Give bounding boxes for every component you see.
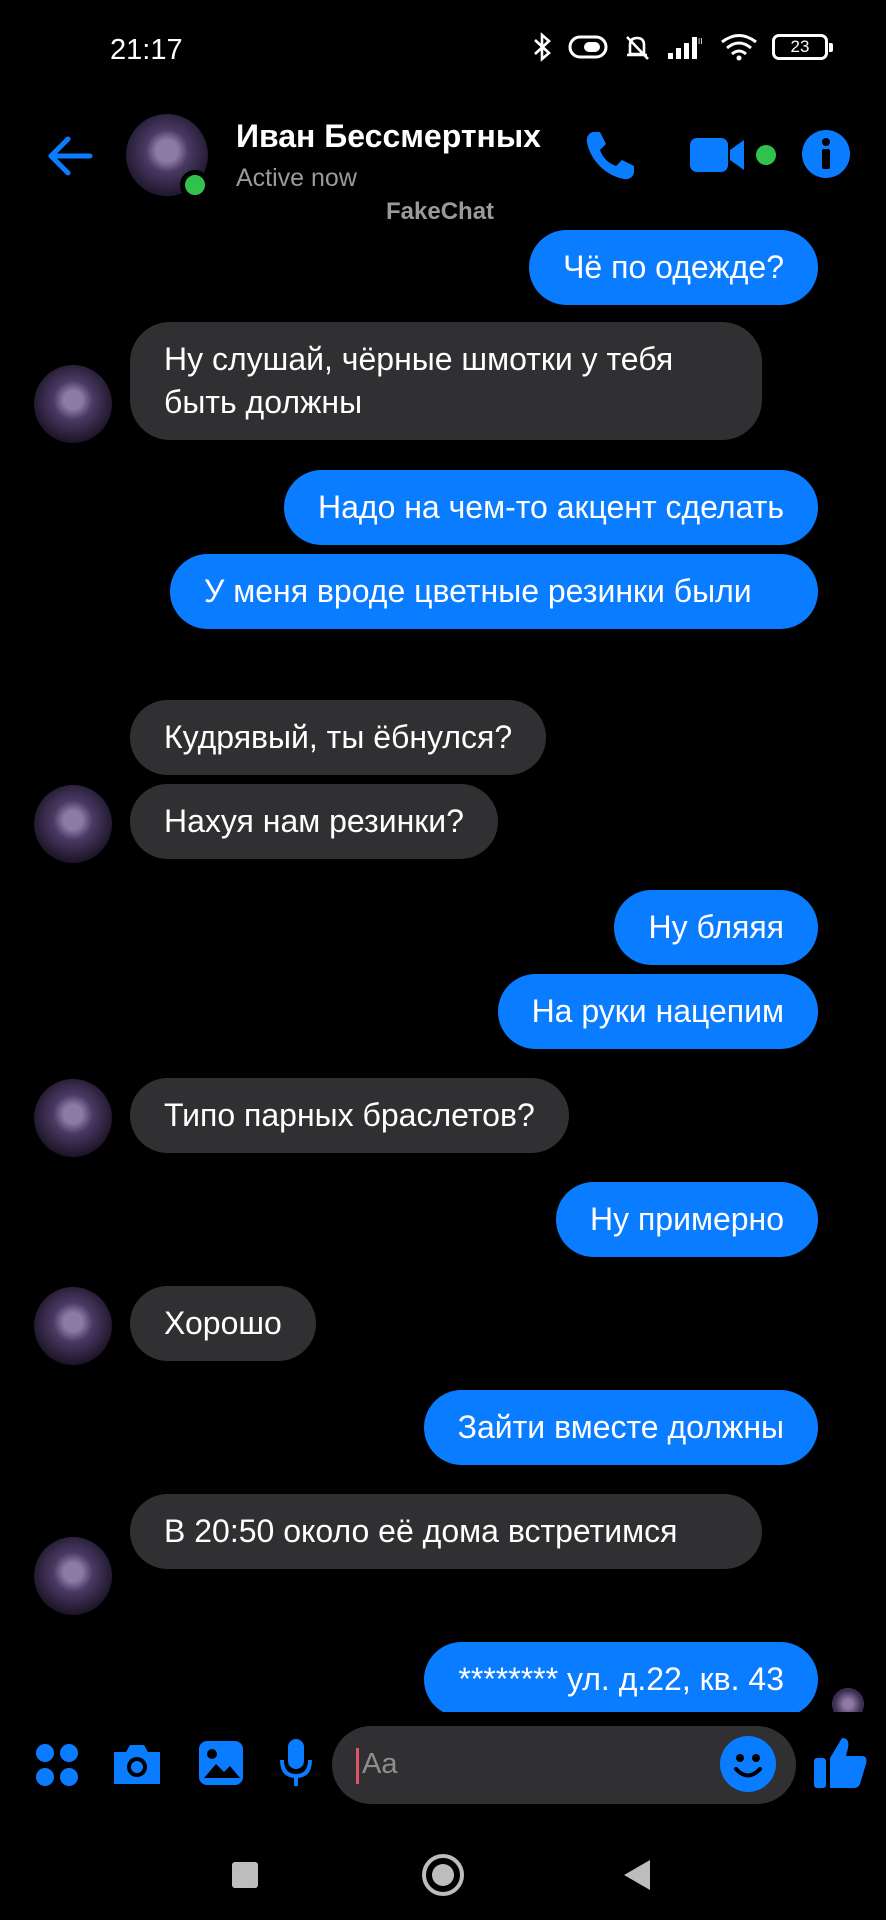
wifi-icon <box>721 34 757 61</box>
message-outgoing[interactable]: ******** ул. д.22, кв. 43 <box>424 1642 818 1712</box>
message-outgoing[interactable]: Надо на чем-то акцент сделать <box>283 470 818 545</box>
gallery-icon[interactable] <box>196 1738 246 1788</box>
phone-call-icon[interactable] <box>580 126 640 186</box>
contact-name[interactable]: Иван Бессмертных <box>236 118 541 155</box>
sender-avatar <box>34 1537 112 1615</box>
sender-avatar <box>34 785 112 863</box>
message-incoming[interactable]: Типо парных браслетов? <box>130 1078 569 1153</box>
message-outgoing[interactable]: Ну примерно <box>555 1182 818 1257</box>
message-list[interactable]: Чё по одежде? Ну слушай, чёрные шмотки у… <box>0 222 886 1712</box>
input-placeholder: Aa <box>362 1748 398 1780</box>
active-status: Active now <box>236 164 357 192</box>
video-online-dot <box>756 145 776 165</box>
back-arrow-icon[interactable] <box>44 130 96 182</box>
recent-apps-button[interactable] <box>232 1862 258 1888</box>
video-call-icon[interactable] <box>688 134 748 178</box>
message-outgoing[interactable]: У меня вроде цветные резинки были <box>170 554 818 629</box>
status-bar: 21:17 ll 23 <box>0 0 886 100</box>
message-outgoing[interactable]: Ну бляяя <box>614 890 818 965</box>
bluetooth-icon <box>534 32 551 62</box>
camera-icon[interactable] <box>110 1740 164 1788</box>
text-cursor <box>356 1748 359 1784</box>
apps-grid-icon[interactable] <box>34 1742 80 1788</box>
thumbs-up-icon[interactable] <box>812 1734 868 1792</box>
message-outgoing[interactable]: На руки нацепим <box>497 974 818 1049</box>
back-button[interactable] <box>624 1860 650 1890</box>
online-indicator <box>180 170 210 200</box>
message-incoming[interactable]: Нахуя нам резинки? <box>130 784 498 859</box>
message-incoming[interactable]: Ну слушай, чёрные шмотки у тебя быть дол… <box>130 322 762 440</box>
system-navigation-bar <box>0 1822 886 1920</box>
chat-header: Иван Бессмертных Active now FakeChat <box>0 100 886 225</box>
message-input[interactable]: Aa <box>332 1726 796 1804</box>
microphone-icon[interactable] <box>278 1736 314 1790</box>
seen-avatar <box>832 1688 864 1712</box>
data-saver-icon <box>568 35 608 59</box>
message-outgoing[interactable]: Чё по одежде? <box>529 230 818 305</box>
message-outgoing[interactable]: Зайти вместе должны <box>423 1390 818 1465</box>
info-icon[interactable] <box>800 128 852 180</box>
message-incoming[interactable]: В 20:50 около её дома встретимся <box>130 1494 762 1569</box>
svg-text:ll: ll <box>698 37 702 46</box>
sender-avatar <box>34 1079 112 1157</box>
message-incoming[interactable]: Кудрявый, ты ёбнулся? <box>130 700 547 775</box>
battery-level: 23 <box>790 37 810 56</box>
home-button[interactable] <box>422 1854 464 1896</box>
message-incoming[interactable]: Хорошо <box>130 1286 316 1361</box>
clock: 21:17 <box>110 34 183 66</box>
sender-avatar <box>34 1287 112 1365</box>
battery-indicator: 23 <box>772 34 833 60</box>
status-icons: ll 23 <box>530 32 833 62</box>
message-composer: Aa <box>0 1712 886 1822</box>
emoji-icon[interactable] <box>720 1736 776 1792</box>
sender-avatar <box>34 365 112 443</box>
signal-icon: ll <box>668 37 702 59</box>
mute-bell-icon <box>626 36 649 60</box>
